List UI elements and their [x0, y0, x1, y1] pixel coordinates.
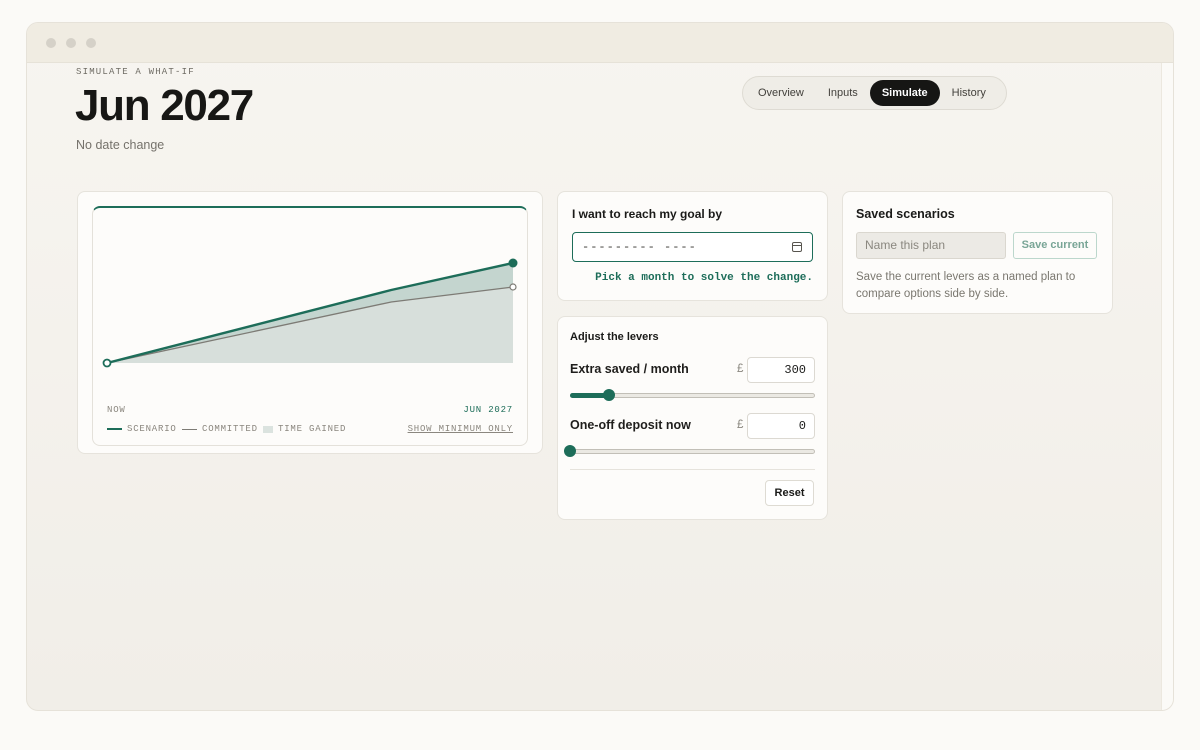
levers-divider: [570, 469, 815, 470]
save-current-button[interactable]: Save current: [1013, 232, 1097, 259]
goal-month-placeholder: --------- ----: [582, 240, 697, 254]
deposit-slider[interactable]: [564, 445, 815, 457]
window-minimize-dot[interactable]: [66, 38, 76, 48]
saved-scenarios-description: Save the current levers as a named plan …: [856, 271, 1076, 300]
saved-scenarios-card: Saved scenarios Name this plan Save curr…: [842, 191, 1113, 314]
tab-simulate[interactable]: Simulate: [869, 80, 940, 106]
extra-saved-slider-thumb[interactable]: [603, 389, 616, 401]
x-axis-end-label: JUN 2027: [463, 405, 513, 415]
x-axis-start-label: NOW: [107, 405, 126, 415]
deposit-slider-thumb[interactable]: [564, 445, 576, 457]
deposit-input[interactable]: 0: [747, 413, 815, 439]
legend-time-gained: TIME GAINED: [263, 424, 346, 434]
legend-committed-swatch: [182, 428, 197, 430]
window-maximize-dot[interactable]: [86, 38, 96, 48]
levers-card: Adjust the levers Extra saved / month £ …: [557, 316, 828, 520]
scrollbar[interactable]: [1161, 63, 1173, 710]
extra-saved-label: Extra saved / month: [570, 362, 689, 376]
legend-scenario: SCENARIO: [107, 424, 177, 434]
scenario-end-point: [508, 258, 518, 268]
deposit-label: One-off deposit now: [570, 418, 691, 432]
projection-chart-svg: [102, 258, 518, 368]
tab-bar: Overview Inputs Simulate History: [742, 76, 1007, 110]
tab-history[interactable]: History: [940, 80, 998, 106]
goal-date-title: I want to reach my goal by: [572, 207, 723, 221]
legend-scenario-swatch: [107, 428, 122, 430]
tab-inputs[interactable]: Inputs: [816, 80, 870, 106]
legend-committed-label: COMMITTED: [202, 424, 258, 434]
legend-committed: COMMITTED: [182, 424, 258, 434]
goal-hint: Pick a month to solve the change.: [595, 272, 813, 284]
legend-time-gained-label: TIME GAINED: [278, 424, 347, 434]
start-point: [102, 358, 112, 368]
committed-end-point: [509, 283, 517, 291]
app-window: SIMULATE A WHAT-IF Jun 2027 No date chan…: [26, 22, 1174, 711]
levers-title: Adjust the levers: [570, 331, 659, 343]
plan-name-input[interactable]: Name this plan: [856, 232, 1006, 259]
reset-button[interactable]: Reset: [765, 480, 814, 506]
legend-time-gained-swatch: [263, 425, 273, 433]
projection-chart: NOW JUN 2027 SCENARIO COMMITTED TIME GAI…: [92, 206, 528, 446]
goal-date-card: I want to reach my goal by --------- ---…: [557, 191, 828, 301]
page-title: Jun 2027: [75, 81, 254, 130]
page-eyebrow: SIMULATE A WHAT-IF: [76, 67, 195, 77]
extra-saved-input[interactable]: 300: [747, 357, 815, 383]
tab-overview[interactable]: Overview: [746, 80, 816, 106]
page-subtitle: No date change: [76, 138, 165, 152]
extra-saved-currency: £: [737, 363, 744, 375]
saved-scenarios-title: Saved scenarios: [856, 207, 955, 221]
window-titlebar: [27, 23, 1173, 63]
goal-month-input[interactable]: --------- ----: [572, 232, 813, 262]
extra-saved-slider[interactable]: [570, 389, 815, 401]
deposit-slider-track: [570, 449, 815, 454]
calendar-icon[interactable]: [792, 242, 802, 252]
deposit-currency: £: [737, 419, 744, 431]
committed-area: [107, 287, 513, 363]
show-minimum-only-link[interactable]: SHOW MINIMUM ONLY: [408, 424, 513, 434]
projection-chart-card: NOW JUN 2027 SCENARIO COMMITTED TIME GAI…: [77, 191, 543, 454]
legend-scenario-label: SCENARIO: [127, 424, 177, 434]
window-close-dot[interactable]: [46, 38, 56, 48]
